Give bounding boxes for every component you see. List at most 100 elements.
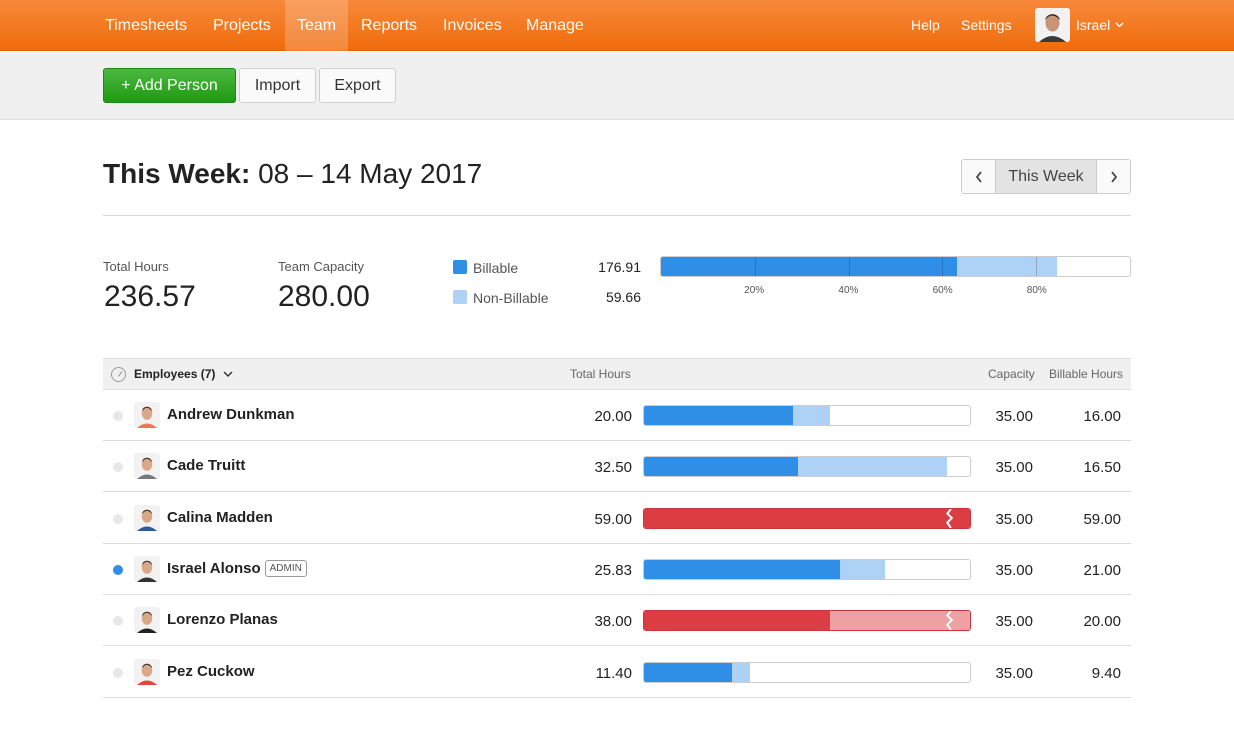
total-hours: 20.00 xyxy=(594,408,632,425)
hours-bar xyxy=(643,456,971,478)
week-navigator: This Week xyxy=(961,159,1131,194)
billable-hours: 9.40 xyxy=(1091,664,1121,682)
this-week-button[interactable]: This Week xyxy=(995,160,1097,193)
tick-line xyxy=(942,257,944,276)
status-dot xyxy=(113,411,123,421)
capacity: 35.00 xyxy=(995,510,1033,528)
chevron-down-icon xyxy=(1115,20,1124,31)
nav-help[interactable]: Help xyxy=(911,0,940,51)
table-row[interactable]: Calina Madden 59.00 35.00 59.00 xyxy=(103,493,1131,544)
employee-name-text: Pez Cuckow xyxy=(167,662,255,680)
tick-label: 80% xyxy=(1026,285,1047,296)
page-title: This Week: 08 – 14 May 2017 xyxy=(103,158,482,190)
avatar xyxy=(134,453,160,480)
billable-segment xyxy=(644,406,793,425)
total-hours-label: Total Hours xyxy=(103,259,169,274)
status-dot xyxy=(113,513,123,524)
billable-hours: 59.00 xyxy=(1083,510,1121,528)
add-person-button[interactable]: + Add Person xyxy=(103,68,236,103)
avatar xyxy=(134,658,160,685)
employee-name[interactable]: Cade Truitt xyxy=(167,457,245,474)
col-total-hours: Total Hours xyxy=(570,367,631,381)
employee-name-text: Cade Truitt xyxy=(167,457,246,475)
person-avatar-icon xyxy=(134,402,160,428)
previous-week-button[interactable] xyxy=(962,160,995,193)
week-title-prefix: This Week: xyxy=(103,158,251,189)
billable-label: Billable xyxy=(473,260,519,276)
billable-value: 176.91 xyxy=(598,259,641,275)
next-week-button[interactable] xyxy=(1097,160,1130,193)
nonbillable-segment xyxy=(731,662,751,682)
avatar xyxy=(134,607,160,634)
billable-segment xyxy=(644,559,840,579)
employee-name[interactable]: Lorenzo Planas xyxy=(167,611,278,628)
employee-name[interactable]: Israel Alonso ADMIN xyxy=(167,559,307,577)
avatar xyxy=(134,555,160,582)
col-billable-hours: Billable Hours xyxy=(1049,367,1124,381)
employees-label: Employees (7) xyxy=(134,367,216,381)
employee-name-text: Lorenzo Planas xyxy=(167,611,278,629)
billable-hours: 16.00 xyxy=(1083,408,1121,425)
total-hours: 59.00 xyxy=(594,510,632,528)
user-menu[interactable]: Israel xyxy=(1035,8,1124,42)
employee-name[interactable]: Pez Cuckow xyxy=(167,663,255,680)
export-button[interactable]: Export xyxy=(319,68,396,103)
employee-name[interactable]: Andrew Dunkman xyxy=(167,406,295,423)
nonbillable-segment xyxy=(797,457,947,477)
capacity: 35.00 xyxy=(995,613,1033,631)
avatar xyxy=(134,504,160,531)
billable-segment xyxy=(644,457,798,477)
status-dot xyxy=(113,564,123,575)
table-row[interactable]: Pez Cuckow 11.40 35.00 9.40 xyxy=(103,647,1131,698)
team-capacity-value: 280.00 xyxy=(278,280,370,313)
employee-name[interactable]: Calina Madden xyxy=(167,509,273,526)
table-row[interactable]: Andrew Dunkman 20.00 35.00 16.00 xyxy=(103,390,1131,441)
over-capacity-break-icon xyxy=(945,611,954,631)
employee-name-text: Calina Madden xyxy=(167,508,273,526)
status-dot xyxy=(113,667,123,678)
total-hours: 32.50 xyxy=(594,459,632,477)
import-button[interactable]: Import xyxy=(239,68,316,103)
billable-hours: 21.00 xyxy=(1083,561,1121,579)
table-header: Employees (7) Total Hours Capacity Billa… xyxy=(103,358,1131,390)
clock-icon xyxy=(111,367,126,382)
status-dot xyxy=(113,616,123,627)
person-avatar-icon xyxy=(134,607,160,634)
employee-name-text: Andrew Dunkman xyxy=(167,406,295,423)
nonbillable-value: 59.66 xyxy=(605,289,641,305)
nav-reports[interactable]: Reports xyxy=(349,0,429,51)
nav-manage[interactable]: Manage xyxy=(514,0,596,51)
status-dot xyxy=(113,462,123,473)
chevron-left-icon xyxy=(975,171,982,183)
table-row[interactable]: Israel Alonso ADMIN 25.83 35.00 21.00 xyxy=(103,544,1131,595)
hours-bar xyxy=(643,661,971,683)
hours-bar xyxy=(643,507,971,529)
nonbillable-swatch xyxy=(453,290,467,304)
table-row[interactable]: Cade Truitt 32.50 35.00 16.50 xyxy=(103,441,1131,493)
billable-segment xyxy=(661,257,958,276)
total-hours-value: 236.57 xyxy=(104,280,196,313)
capacity: 35.00 xyxy=(995,664,1033,682)
nav-invoices[interactable]: Invoices xyxy=(431,0,514,51)
person-avatar-icon xyxy=(134,453,160,480)
total-hours: 38.00 xyxy=(594,613,632,631)
billable-hours: 16.50 xyxy=(1083,459,1121,477)
tick-label: 40% xyxy=(838,285,859,296)
nonbillable-segment xyxy=(839,559,885,579)
tick-line xyxy=(754,257,756,276)
nonbillable-segment xyxy=(793,406,831,425)
nav-settings[interactable]: Settings xyxy=(961,0,1012,51)
hours-bar xyxy=(643,405,971,426)
employees-filter[interactable]: Employees (7) xyxy=(134,359,233,389)
team-capacity-label: Team Capacity xyxy=(278,259,364,274)
tick-line xyxy=(1036,257,1038,276)
avatar xyxy=(1035,8,1070,42)
nav-team[interactable]: Team xyxy=(285,0,348,51)
team-hours-bar xyxy=(660,256,1131,277)
billable-swatch xyxy=(453,260,467,274)
nav-timesheets[interactable]: Timesheets xyxy=(93,0,199,51)
user-avatar-icon xyxy=(1035,8,1070,42)
week-range: 08 – 14 May 2017 xyxy=(250,158,483,189)
table-row[interactable]: Lorenzo Planas 38.00 35.00 20.00 xyxy=(103,595,1131,647)
nav-projects[interactable]: Projects xyxy=(201,0,283,51)
